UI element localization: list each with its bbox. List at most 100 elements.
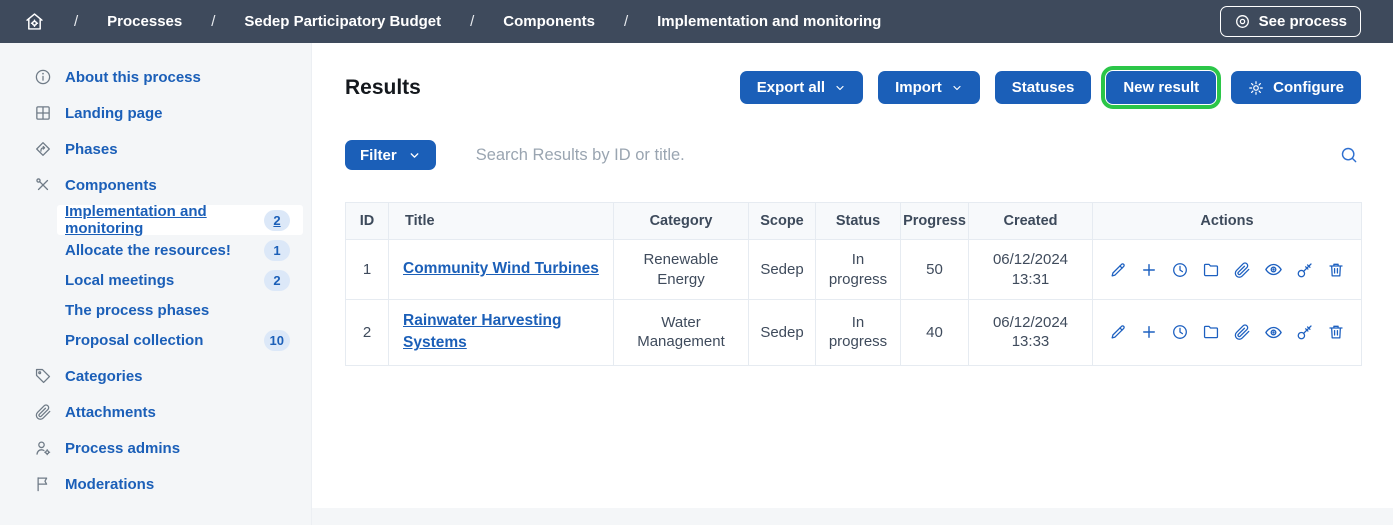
history-icon[interactable] (1171, 261, 1189, 279)
result-category: Renewable Energy (614, 240, 749, 300)
result-id: 1 (346, 240, 389, 300)
subitem-label: Implementation and monitoring (65, 203, 264, 237)
flag-icon (34, 475, 52, 493)
created-date: 06/12/2024 (977, 250, 1084, 270)
table-header-row: ID Title Category Scope Status Progress … (346, 203, 1362, 240)
result-status: In progress (816, 300, 901, 366)
delete-icon[interactable] (1327, 323, 1345, 341)
breadcrumb-separator: / (211, 13, 215, 30)
add-icon[interactable] (1140, 323, 1158, 341)
count-badge: 2 (264, 270, 290, 291)
import-button[interactable]: Import (878, 71, 980, 104)
sidebar-item-label: Components (65, 177, 157, 194)
configure-button[interactable]: Configure (1231, 71, 1361, 104)
delete-icon[interactable] (1327, 261, 1345, 279)
sidebar-subitem-the-process-phases[interactable]: The process phases (57, 295, 303, 325)
column-header-status: Status (816, 203, 901, 240)
attachment-icon[interactable] (1233, 323, 1251, 341)
filter-button[interactable]: Filter (345, 140, 436, 170)
permissions-icon[interactable] (1296, 323, 1314, 341)
breadcrumb: / Processes / Sedep Participatory Budget… (24, 11, 881, 32)
column-header-id: ID (346, 203, 389, 240)
sidebar-item-label: Categories (65, 368, 143, 385)
row-actions (1101, 260, 1353, 279)
sidebar-item-attachments[interactable]: Attachments (0, 394, 311, 430)
breadcrumb-processes[interactable]: Processes (107, 13, 182, 30)
sidebar-item-process-admins[interactable]: Process admins (0, 430, 311, 466)
folder-icon[interactable] (1202, 323, 1220, 341)
statuses-button[interactable]: Statuses (995, 71, 1092, 104)
column-header-actions: Actions (1093, 203, 1362, 240)
sidebar-item-moderations[interactable]: Moderations (0, 466, 311, 502)
column-header-created: Created (969, 203, 1093, 240)
sidebar-subitem-proposal-collection[interactable]: Proposal collection 10 (57, 325, 303, 355)
result-scope: Sedep (749, 300, 816, 366)
created-date: 06/12/2024 (977, 313, 1084, 333)
user-gear-icon (34, 439, 52, 457)
sidebar-subitem-implementation-and-monitoring[interactable]: Implementation and monitoring 2 (57, 205, 303, 235)
edit-icon[interactable] (1109, 261, 1127, 279)
layout-icon (34, 104, 52, 122)
created-time: 13:33 (977, 332, 1084, 352)
export-all-label: Export all (757, 79, 825, 96)
see-process-button[interactable]: See process (1220, 6, 1361, 37)
sidebar-item-about[interactable]: About this process (0, 59, 311, 95)
subitem-label: Local meetings (65, 272, 174, 289)
filter-label: Filter (360, 147, 397, 164)
sidebar-subitem-local-meetings[interactable]: Local meetings 2 (57, 265, 303, 295)
result-created: 06/12/2024 13:31 (969, 240, 1093, 300)
result-title-link[interactable]: Community Wind Turbines (403, 260, 599, 277)
sidebar-item-label: Attachments (65, 404, 156, 421)
search-input[interactable] (476, 146, 1337, 165)
column-header-category: Category (614, 203, 749, 240)
new-result-button[interactable]: New result (1106, 71, 1216, 104)
footer-strip (312, 508, 1393, 525)
process-sidebar: About this process Landing page Phases C… (0, 43, 312, 525)
top-navbar: / Processes / Sedep Participatory Budget… (0, 0, 1393, 43)
results-panel: Results Export all Import Statuses (312, 43, 1393, 508)
search-button[interactable] (1337, 145, 1361, 165)
count-badge: 1 (264, 240, 290, 261)
sidebar-item-categories[interactable]: Categories (0, 358, 311, 394)
breadcrumb-process-name[interactable]: Sedep Participatory Budget (244, 13, 441, 30)
results-toolbar: Export all Import Statuses New result (740, 71, 1361, 104)
home-link[interactable] (24, 11, 45, 32)
result-title-link[interactable]: Rainwater Harvesting Systems (403, 312, 562, 351)
export-all-button[interactable]: Export all (740, 71, 863, 104)
attachment-icon[interactable] (1233, 261, 1251, 279)
page-title: Results (345, 76, 421, 100)
sidebar-item-label: Process admins (65, 440, 180, 457)
result-id: 2 (346, 300, 389, 366)
count-badge: 2 (264, 210, 290, 231)
subitem-label: Proposal collection (65, 332, 203, 349)
sidebar-item-phases[interactable]: Phases (0, 131, 311, 167)
sidebar-item-label: Phases (65, 141, 118, 158)
edit-icon[interactable] (1109, 323, 1127, 341)
sidebar-item-label: Moderations (65, 476, 154, 493)
history-icon[interactable] (1171, 323, 1189, 341)
gear-icon (1248, 80, 1264, 96)
components-sub-list: Implementation and monitoring 2 Allocate… (0, 205, 311, 355)
created-time: 13:31 (977, 270, 1084, 290)
breadcrumb-current-component[interactable]: Implementation and monitoring (657, 13, 881, 30)
breadcrumb-components[interactable]: Components (503, 13, 595, 30)
results-table: ID Title Category Scope Status Progress … (345, 202, 1362, 366)
paperclip-icon (34, 403, 52, 421)
sidebar-subitem-allocate-the-resources[interactable]: Allocate the resources! 1 (57, 235, 303, 265)
admin-app: / Processes / Sedep Participatory Budget… (0, 0, 1393, 525)
import-label: Import (895, 79, 942, 96)
breadcrumb-separator: / (624, 13, 628, 30)
sidebar-item-label: Landing page (65, 105, 163, 122)
sidebar-item-landing-page[interactable]: Landing page (0, 95, 311, 131)
preview-icon[interactable] (1264, 323, 1283, 342)
preview-icon[interactable] (1264, 260, 1283, 279)
sidebar-item-components[interactable]: Components (0, 167, 311, 203)
chevron-down-icon (834, 82, 846, 94)
folder-icon[interactable] (1202, 261, 1220, 279)
result-scope: Sedep (749, 240, 816, 300)
add-icon[interactable] (1140, 261, 1158, 279)
search-icon (1339, 145, 1359, 165)
permissions-icon[interactable] (1296, 261, 1314, 279)
info-icon (34, 68, 52, 86)
subitem-label: The process phases (65, 302, 209, 319)
